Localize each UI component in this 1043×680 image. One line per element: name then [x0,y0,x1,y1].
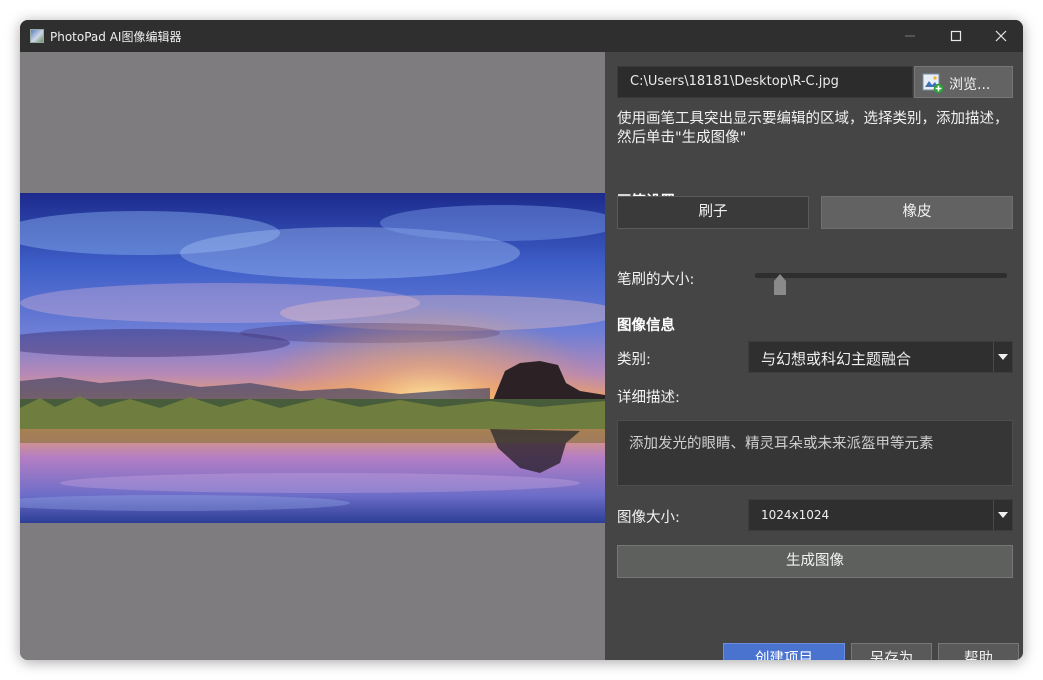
landscape-photo[interactable] [20,193,605,523]
title-bar[interactable]: PhotoPad AI图像编辑器 [20,20,1023,52]
image-size-value: 1024x1024 [761,508,830,522]
brush-button[interactable]: 刷子 [617,196,809,229]
maximize-button[interactable] [933,20,979,52]
category-label: 类别: [617,352,651,368]
settings-panel: C:\Users\18181\Desktop\R-C.jpg 浏览... 使用画… [605,52,1023,660]
image-size-dropdown-arrow[interactable] [993,500,1012,530]
instructions-text: 使用画笔工具突出显示要编辑的区域，选择类别，添加描述，然后单击"生成图像" [617,111,1009,146]
generate-image-button[interactable]: 生成图像 [617,545,1013,578]
minimize-icon [905,35,915,37]
description-textarea[interactable]: 添加发光的眼睛、精灵耳朵或未来派盔甲等元素 [617,420,1013,486]
eraser-button[interactable]: 橡皮 [821,196,1013,229]
file-path-field[interactable]: C:\Users\18181\Desktop\R-C.jpg [617,66,913,98]
chevron-down-icon [998,354,1008,360]
add-image-icon [922,73,944,94]
browse-button[interactable]: 浏览... [914,66,1013,98]
close-icon [995,30,1007,42]
chevron-down-icon [998,512,1008,518]
image-size-label: 图像大小: [617,510,680,526]
category-dropdown-arrow[interactable] [993,342,1012,372]
image-info-heading: 图像信息 [617,318,675,334]
browse-label: 浏览... [949,77,991,93]
brush-size-slider-thumb[interactable] [774,274,787,295]
image-canvas[interactable] [20,52,605,660]
image-size-dropdown[interactable]: 1024x1024 [748,499,1013,531]
category-value: 与幻想或科幻主题融合 [761,350,912,368]
close-button[interactable] [978,20,1023,52]
brush-size-label: 笔刷的大小: [617,272,695,288]
brush-size-slider[interactable] [755,273,1007,278]
help-button[interactable]: 帮助 [938,643,1019,660]
create-project-button[interactable]: 创建项目 [723,643,845,660]
save-as-button[interactable]: 另存为 [851,643,932,660]
maximize-icon [950,30,962,42]
app-window: PhotoPad AI图像编辑器 C:\Users\18181\Desktop\… [20,20,1023,660]
window-title: PhotoPad AI图像编辑器 [50,30,182,44]
description-label: 详细描述: [617,390,680,406]
photopad-app-icon [30,29,44,43]
minimize-button[interactable] [887,20,933,52]
category-dropdown[interactable]: 与幻想或科幻主题融合 [748,341,1013,373]
